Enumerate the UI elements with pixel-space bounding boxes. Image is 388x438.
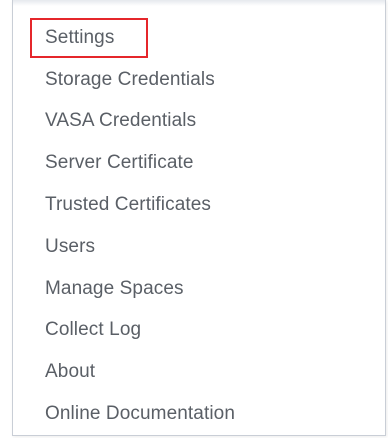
menu-item-server-certificate[interactable]: Server Certificate: [13, 142, 385, 184]
menu-item-label: VASA Credentials: [45, 110, 197, 132]
menu-item-label: Collect Log: [45, 319, 142, 341]
menu-item-label: Online Documentation: [45, 403, 235, 425]
menu-item-collect-log[interactable]: Collect Log: [13, 310, 385, 352]
menu-item-label: Trusted Certificates: [45, 194, 212, 216]
menu-item-manage-spaces[interactable]: Manage Spaces: [13, 268, 385, 310]
menu-item-label: About: [45, 361, 96, 383]
menu-item-label: Storage Credentials: [45, 68, 215, 90]
menu-item-label: Manage Spaces: [45, 277, 184, 299]
menu-item-settings[interactable]: Settings: [13, 17, 385, 59]
menu-top-edge: [13, 0, 385, 6]
menu-item-users[interactable]: Users: [13, 226, 385, 268]
menu-item-vasa-credentials[interactable]: VASA Credentials: [13, 101, 385, 143]
menu-item-about[interactable]: About: [13, 351, 385, 393]
menu-item-label: Settings: [45, 26, 115, 48]
menu-item-label: Users: [45, 235, 96, 257]
menu-item-storage-credentials[interactable]: Storage Credentials: [13, 59, 385, 101]
menu-item-online-documentation[interactable]: Online Documentation: [13, 393, 385, 435]
menu-list: Settings Storage Credentials VASA Creden…: [13, 17, 385, 435]
menu-item-label: Server Certificate: [45, 152, 194, 174]
dropdown-menu: Settings Storage Credentials VASA Creden…: [12, 0, 386, 436]
menu-item-trusted-certificates[interactable]: Trusted Certificates: [13, 184, 385, 226]
